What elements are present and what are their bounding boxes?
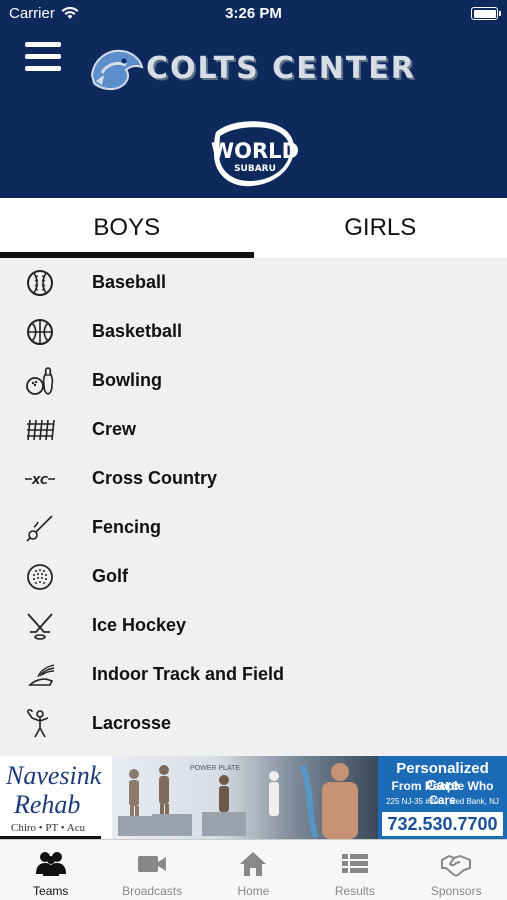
sponsor-ad-banner[interactable]: Navesink Rehab Chiro • PT • Acu POWER PL… <box>0 756 507 839</box>
video-camera-icon <box>138 856 167 872</box>
tabbar-broadcasts[interactable]: Broadcasts <box>101 840 202 900</box>
cross-country-icon: XC <box>25 474 55 487</box>
sport-row-cross-country[interactable]: XC Cross Country <box>0 454 507 503</box>
sport-label: Basketball <box>92 321 183 341</box>
list-icon <box>341 854 368 873</box>
colt-mascot-icon <box>90 49 144 91</box>
status-time: 3:26 PM <box>225 5 282 22</box>
ad-clinic-name: Navesink <box>6 761 102 790</box>
sport-row-lacrosse[interactable]: Lacrosse <box>0 699 507 748</box>
ad-phone[interactable]: 732.530.7700 <box>382 812 503 836</box>
tabbar-teams[interactable]: Teams <box>0 840 101 900</box>
tabbar-label: Results <box>334 884 375 898</box>
crew-icon <box>27 419 55 440</box>
battery-icon <box>471 7 501 20</box>
tab-girls[interactable]: GIRLS <box>254 198 507 258</box>
golf-icon <box>27 563 53 590</box>
app-logo: COLTS CENTER <box>88 45 448 97</box>
sponsor-logo-line1: WORLD <box>211 139 299 163</box>
sport-label: Bowling <box>92 370 162 390</box>
sport-label: Baseball <box>92 272 167 292</box>
tabbar-label: Home <box>237 884 270 898</box>
baseball-icon <box>27 269 53 296</box>
ad-clinic-subname: Rehab <box>14 790 81 819</box>
sponsor-logo-line2: SUBARU <box>234 164 276 174</box>
sport-label: Indoor Track and Field <box>92 664 285 684</box>
tabbar-home[interactable]: Home <box>203 840 304 900</box>
sport-row-indoor-track[interactable]: Indoor Track and Field <box>0 650 507 699</box>
fencing-icon <box>26 514 53 542</box>
ad-services: Chiro • PT • Acu <box>11 822 86 834</box>
ad-people-illustration: POWER PLATE <box>118 763 358 839</box>
sports-list: Baseball Basketball Bowling Crew XC Cros… <box>0 258 507 756</box>
basketball-icon <box>27 318 53 345</box>
sport-row-baseball[interactable]: Baseball <box>0 258 507 307</box>
sport-label: Lacrosse <box>92 713 172 733</box>
sport-row-golf[interactable]: Golf <box>0 552 507 601</box>
sport-row-crew[interactable]: Crew <box>0 405 507 454</box>
sport-row-bowling[interactable]: Bowling <box>0 356 507 405</box>
lacrosse-icon <box>27 708 49 737</box>
ad-info: Personalized Care From People Who Care 2… <box>378 756 507 839</box>
ad-photo: POWER PLATE <box>112 756 378 839</box>
menu-button[interactable] <box>25 42 61 74</box>
ad-clinic-logo: Navesink Rehab Chiro • PT • Acu <box>0 756 112 839</box>
sport-label: Crew <box>92 419 137 439</box>
sport-label: Ice Hockey <box>92 615 187 635</box>
tab-boys[interactable]: BOYS <box>0 198 254 258</box>
home-icon <box>240 852 267 876</box>
ice-hockey-icon <box>27 612 53 640</box>
sport-row-ice-hockey[interactable]: Ice Hockey <box>0 601 507 650</box>
tabbar-label: Broadcasts <box>122 884 183 898</box>
world-subaru-logo[interactable]: WORLD SUBARU <box>208 118 300 190</box>
sport-row-basketball[interactable]: Basketball <box>0 307 507 356</box>
handshake-icon <box>441 855 472 877</box>
bowling-icon <box>26 366 54 395</box>
winged-shoe-icon <box>28 663 55 686</box>
svg-text:XC: XC <box>31 474 48 487</box>
sport-row-fencing[interactable]: Fencing <box>0 503 507 552</box>
gender-tabs: BOYS GIRLS <box>0 198 507 258</box>
status-bar: Carrier 3:26 PM <box>0 0 507 28</box>
app-title: COLTS CENTER <box>146 51 416 86</box>
tabbar-results[interactable]: Results <box>304 840 405 900</box>
bottom-tab-bar: Teams Broadcasts Home Results Sponsors <box>0 839 507 900</box>
app-header: Carrier 3:26 PM COLTS CENTER WORLD SUBAR… <box>0 0 507 198</box>
sport-label: Golf <box>92 566 128 586</box>
ad-photo-text: POWER PLATE <box>190 765 240 772</box>
people-icon <box>35 852 66 876</box>
tabbar-label: Teams <box>33 884 69 898</box>
tabbar-label: Sponsors <box>430 884 482 898</box>
ad-address: 225 NJ-35 #205 | Red Bank, NJ <box>386 797 499 806</box>
tabbar-sponsors[interactable]: Sponsors <box>406 840 507 900</box>
sport-label: Cross Country <box>92 468 218 488</box>
sport-label: Fencing <box>92 517 162 537</box>
